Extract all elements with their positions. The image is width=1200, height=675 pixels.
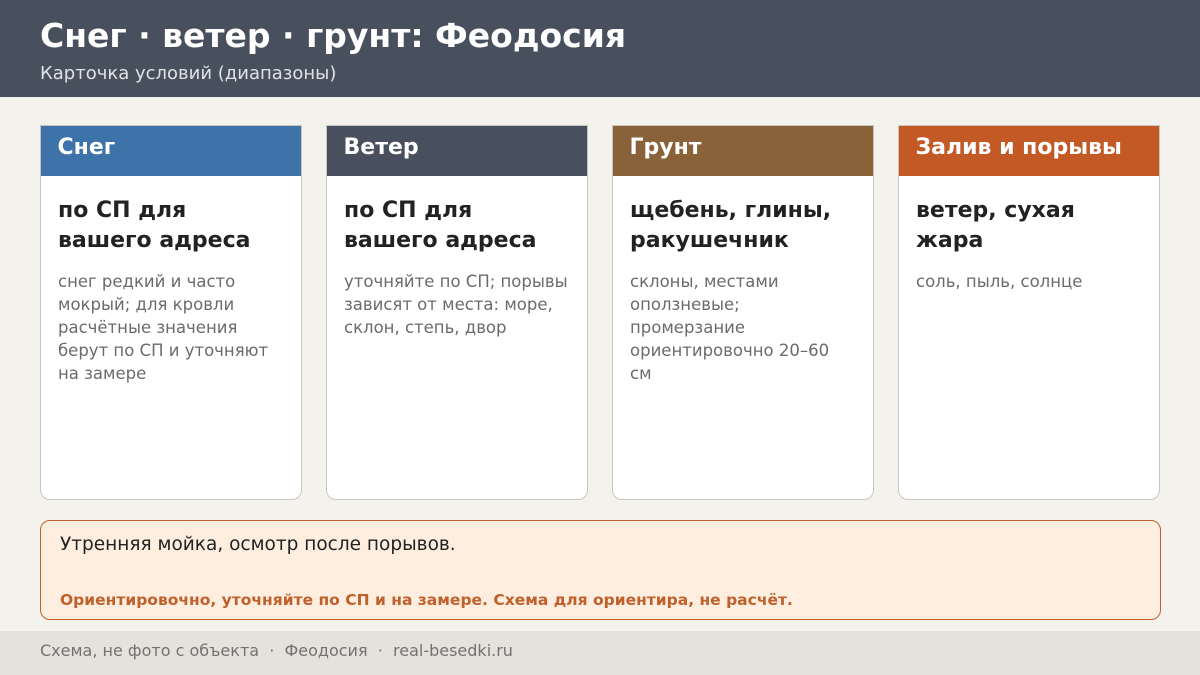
footer-bar: Схема, не фото с объекта · Феодосия · re… (0, 631, 1200, 675)
advice-box: Утренняя мойка, осмотр после порывов. Ор… (40, 520, 1161, 620)
page-subtitle: Карточка условий (диапазоны) (40, 63, 337, 84)
card-wind-note: уточняйте по СП; порывы зависят от места… (344, 271, 568, 337)
card-snow: Снег по СП для вашего адреса снег редкий… (40, 125, 302, 500)
card-bay: Залив и порывы ветер, сухая жара соль, п… (898, 125, 1160, 500)
advice-text: Утренняя мойка, осмотр после порывов. (60, 534, 456, 555)
header-bar: Снег · ветер · грунт: Феодосия Карточка … (0, 0, 1200, 97)
card-bay-note: соль, пыль, солнце (916, 271, 1083, 291)
disclaimer-text: Ориентировочно, уточняйте по СП и на зам… (60, 591, 793, 609)
card-soil: Грунт щебень, глины, ракушечник склоны, … (612, 125, 874, 500)
card-wind-main: по СП для вашего адреса (344, 197, 537, 253)
card-soil-main: щебень, глины, ракушечник (630, 197, 832, 253)
footer-text: Схема, не фото с объекта · Феодосия · re… (40, 641, 513, 660)
card-wind: Ветер по СП для вашего адреса уточняйте … (326, 125, 588, 500)
card-snow-header: Снег (41, 126, 301, 176)
card-bay-main: ветер, сухая жара (916, 197, 1075, 253)
page-title: Снег · ветер · грунт: Феодосия (40, 16, 627, 55)
card-soil-note: склоны, местами оползневые; промерзание … (630, 271, 830, 383)
card-wind-header: Ветер (327, 126, 587, 176)
card-soil-header: Грунт (613, 126, 873, 176)
card-snow-note: снег редкий и часто мокрый; для кровли р… (58, 271, 269, 383)
card-snow-main: по СП для вашего адреса (58, 197, 251, 253)
card-bay-header: Залив и порывы (899, 126, 1159, 176)
